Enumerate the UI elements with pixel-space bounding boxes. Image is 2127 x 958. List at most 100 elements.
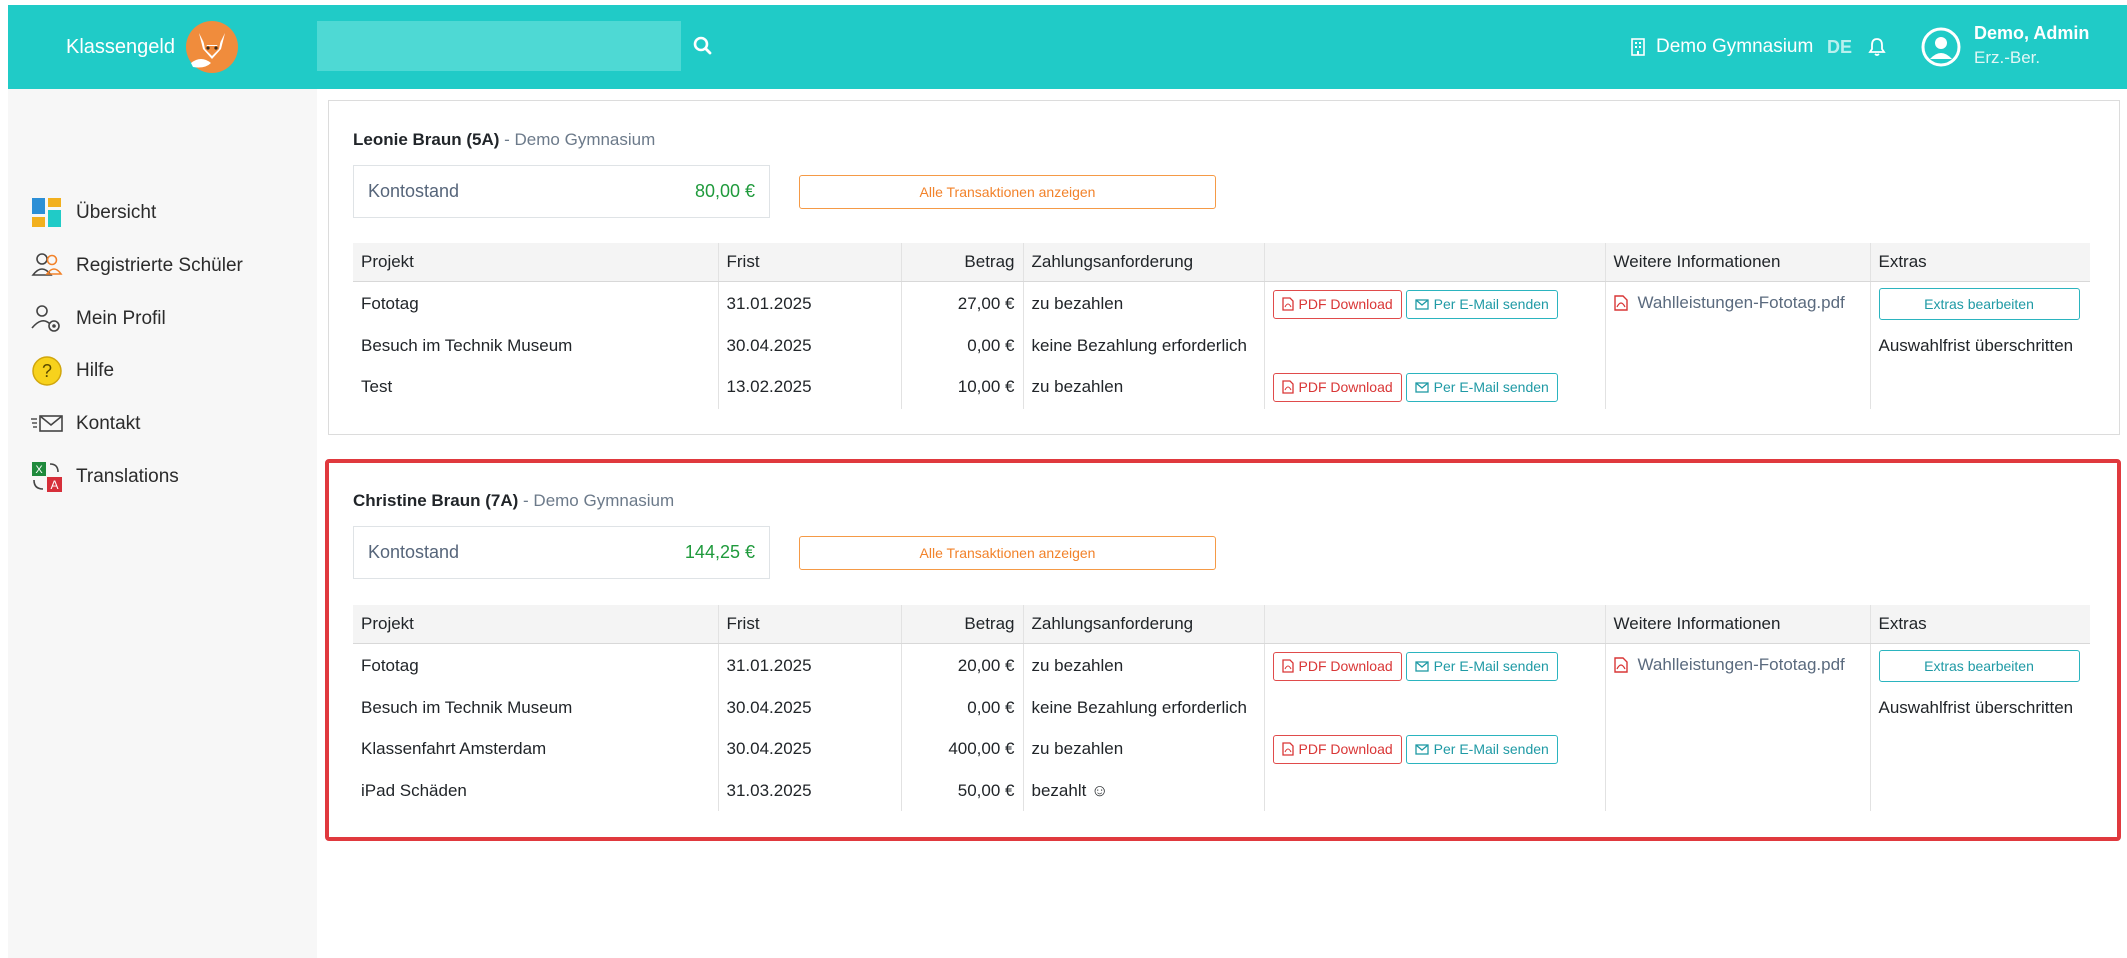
pdf-download-button[interactable]: PDF Download xyxy=(1272,372,1402,402)
svg-text:X: X xyxy=(35,464,43,476)
extras-cell xyxy=(1869,727,2090,771)
info-cell: Wahlleistungen-Fototag.pdf xyxy=(1604,281,1870,327)
info-cell xyxy=(1604,727,1870,771)
sidebar-item-translations[interactable]: X A Translations xyxy=(30,459,179,495)
all-transactions-button[interactable]: Alle Transaktionen anzeigen xyxy=(799,536,1216,570)
header-request: Zahlungsanforderung xyxy=(1022,605,1264,644)
header-deadline: Frist xyxy=(717,243,901,282)
table-row: Fototag 31.01.2025 20,00 € zu bezahlen P… xyxy=(353,643,2090,689)
info-file-link[interactable]: Wahlleistungen-Fototag.pdf xyxy=(1613,293,1845,313)
student-name: Christine Braun (7A) xyxy=(353,491,519,510)
deadline-cell: 30.04.2025 xyxy=(717,327,901,365)
extras-cell: Extras bearbeiten xyxy=(1869,281,2090,327)
table-row: iPad Schäden 31.03.2025 50,00 € bezahlt … xyxy=(353,771,2090,811)
table-row: Besuch im Technik Museum 30.04.2025 0,00… xyxy=(353,689,2090,727)
sidebar-item-label: Registrierte Schüler xyxy=(76,255,243,276)
actions-cell: PDF Download Per E-Mail senden xyxy=(1263,365,1605,409)
email-send-button[interactable]: Per E-Mail senden xyxy=(1405,372,1558,402)
deadline-cell: 30.04.2025 xyxy=(717,727,901,771)
student-title: Christine Braun (7A) - Demo Gymnasium xyxy=(353,491,674,511)
deadline-cell: 31.01.2025 xyxy=(717,281,901,327)
info-file-name[interactable]: Wahlleistungen-Fototag.pdf xyxy=(1638,655,1845,675)
info-cell xyxy=(1604,689,1870,727)
project-cell: Besuch im Technik Museum xyxy=(361,698,573,717)
bell-icon[interactable] xyxy=(1866,36,1888,58)
all-transactions-button[interactable]: Alle Transaktionen anzeigen xyxy=(799,175,1216,209)
sidebar-item-profile[interactable]: Mein Profil xyxy=(30,301,166,337)
envelope-icon xyxy=(1415,661,1429,672)
sidebar-item-label: Mein Profil xyxy=(76,308,166,329)
users-icon xyxy=(31,253,63,276)
email-send-label: Per E-Mail senden xyxy=(1433,379,1549,395)
school-selector[interactable]: Demo Gymnasium xyxy=(1630,5,1813,89)
student-title: Leonie Braun (5A) - Demo Gymnasium xyxy=(353,130,655,150)
pdf-download-button[interactable]: PDF Download xyxy=(1272,289,1402,319)
student-school: - Demo Gymnasium xyxy=(523,491,675,510)
balance-label: Kontostand xyxy=(368,542,460,562)
table-row: Fototag 31.01.2025 27,00 € zu bezahlen P… xyxy=(353,281,2090,327)
amount-cell: 10,00 € xyxy=(900,365,1023,409)
email-send-button[interactable]: Per E-Mail senden xyxy=(1405,651,1558,681)
status-cell: bezahlt ☺ xyxy=(1022,771,1264,811)
header-deadline: Frist xyxy=(717,605,901,644)
search-input[interactable] xyxy=(317,21,681,71)
header-request: Zahlungsanforderung xyxy=(1022,243,1264,282)
help-icon: ? xyxy=(32,356,62,386)
table-header-row: Projekt Frist Betrag Zahlungsanforderung… xyxy=(353,243,2090,282)
avatar-icon[interactable] xyxy=(1921,27,1961,67)
amount-cell: 0,00 € xyxy=(900,327,1023,365)
amount-cell: 27,00 € xyxy=(900,281,1023,327)
actions-cell: PDF Download Per E-Mail senden xyxy=(1263,643,1605,689)
email-send-label: Per E-Mail senden xyxy=(1433,658,1549,675)
envelope-icon xyxy=(1415,381,1429,393)
deadline-cell: 31.01.2025 xyxy=(717,643,901,689)
sidebar-item-contact[interactable]: Kontakt xyxy=(30,406,140,442)
svg-text:?: ? xyxy=(42,361,52,381)
balance-value: 144,25 € xyxy=(684,542,755,562)
project-cell: Klassenfahrt Amsterdam xyxy=(361,739,547,758)
pdf-download-button[interactable]: PDF Download xyxy=(1272,651,1402,681)
info-cell xyxy=(1604,327,1870,365)
school-name[interactable]: Demo Gymnasium xyxy=(1656,36,1813,58)
envelope-icon xyxy=(1415,299,1429,310)
user-name[interactable]: Demo, Admin xyxy=(1974,23,2089,44)
brand[interactable]: Klassengeld xyxy=(66,5,243,89)
status-cell: zu bezahlen xyxy=(1022,365,1264,409)
status-cell: zu bezahlen xyxy=(1022,727,1264,771)
pdf-download-button[interactable]: PDF Download xyxy=(1272,734,1402,764)
svg-text:A: A xyxy=(50,478,58,492)
sidebar-item-help[interactable]: ? Hilfe xyxy=(30,353,114,389)
top-bar: Klassengeld Demo Gymnasium DE Demo, Admi… xyxy=(8,5,2127,89)
header-actions xyxy=(1263,243,1605,282)
info-file-name[interactable]: Wahlleistungen-Fototag.pdf xyxy=(1638,293,1845,313)
header-project: Projekt xyxy=(353,243,718,282)
deadline-cell: 30.04.2025 xyxy=(717,689,901,727)
user-menu[interactable]: Demo, Admin Erz.-Ber. xyxy=(1974,23,2089,68)
sidebar-item-label: Kontakt xyxy=(76,413,141,434)
header-amount: Betrag xyxy=(900,243,1023,282)
project-cell: Besuch im Technik Museum xyxy=(361,336,573,355)
project-cell: Fototag xyxy=(361,656,419,676)
amount-cell: 20,00 € xyxy=(900,643,1023,689)
sidebar-item-label: Hilfe xyxy=(76,360,115,381)
extras-edit-button[interactable]: Extras bearbeiten xyxy=(1878,650,2080,683)
extras-edit-button[interactable]: Extras bearbeiten xyxy=(1878,288,2080,321)
sidebar-item-registered-students[interactable]: Registrierte Schüler xyxy=(30,248,243,284)
brand-name[interactable]: Klassengeld xyxy=(66,36,175,59)
balance-label: Kontostand xyxy=(368,181,460,201)
amount-cell: 50,00 € xyxy=(900,771,1023,811)
pdf-download-label: PDF Download xyxy=(1298,296,1393,313)
header-actions xyxy=(1263,605,1605,644)
sidebar-item-label: Übersicht xyxy=(76,202,157,223)
pdf-icon xyxy=(1281,659,1294,673)
status-cell: keine Bezahlung erforderlich xyxy=(1022,689,1264,727)
language-switch[interactable]: DE xyxy=(1827,5,1852,89)
search-icon[interactable] xyxy=(689,32,717,60)
info-file-link[interactable]: Wahlleistungen-Fototag.pdf xyxy=(1613,655,1845,675)
user-role: Erz.-Ber. xyxy=(1974,48,2041,67)
email-send-button[interactable]: Per E-Mail senden xyxy=(1405,734,1558,764)
status-cell: zu bezahlen xyxy=(1022,281,1264,327)
email-send-button[interactable]: Per E-Mail senden xyxy=(1405,289,1558,319)
fox-logo-icon xyxy=(185,21,238,73)
sidebar-item-overview[interactable]: Übersicht xyxy=(30,195,156,231)
